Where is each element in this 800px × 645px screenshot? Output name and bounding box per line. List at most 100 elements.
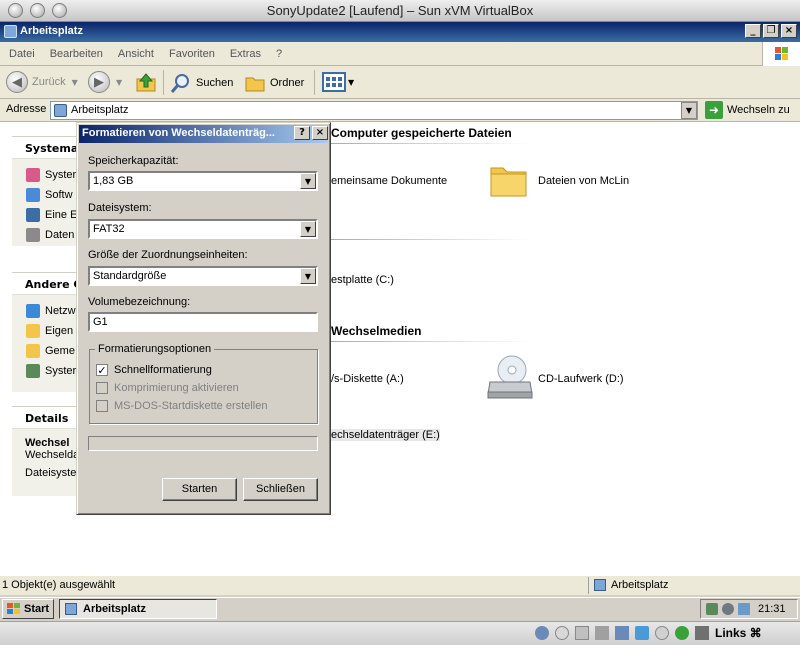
address-label: Adresse bbox=[6, 103, 47, 115]
back-dropdown-icon[interactable]: ▼ bbox=[72, 78, 78, 87]
task-label: Softw bbox=[45, 189, 73, 201]
menu-bearbeiten[interactable]: Bearbeiten bbox=[50, 48, 103, 60]
section-divider bbox=[331, 239, 531, 240]
start-format-button[interactable]: Starten bbox=[162, 478, 237, 501]
back-button[interactable]: ◀ Zurück ▼ bbox=[6, 71, 78, 93]
checkmark-icon: ✓ bbox=[96, 364, 108, 377]
tray-settings-icon[interactable] bbox=[722, 603, 734, 615]
computer-icon bbox=[65, 603, 77, 615]
shared-folders-icon[interactable] bbox=[635, 626, 649, 640]
control-panel-icon bbox=[26, 364, 40, 378]
compression-checkbox[interactable]: Komprimierung aktivieren bbox=[96, 382, 239, 394]
go-button[interactable]: ➜ Wechseln zu bbox=[705, 101, 790, 119]
drive-icon bbox=[26, 228, 40, 242]
volume-label-input[interactable]: G1 bbox=[88, 312, 318, 332]
back-arrow-icon: ◀ bbox=[6, 71, 28, 93]
restore-button[interactable]: ❐ bbox=[763, 24, 779, 38]
cd-drive-icon[interactable] bbox=[486, 354, 534, 400]
format-options-title: Formatierungsoptionen bbox=[95, 343, 215, 355]
my-documents-icon bbox=[26, 324, 40, 338]
toolbar: ◀ Zurück ▼ ▶ ▼ Suchen Ordner ▼ bbox=[0, 66, 800, 99]
start-button[interactable]: Start bbox=[2, 599, 54, 619]
taskbar-item-arbeitsplatz[interactable]: Arbeitsplatz bbox=[59, 599, 217, 619]
section-divider bbox=[331, 143, 531, 144]
views-dropdown-icon: ▼ bbox=[348, 77, 355, 87]
menu-extras[interactable]: Extras bbox=[230, 48, 261, 60]
network-icon bbox=[26, 304, 40, 318]
forward-dropdown-icon[interactable]: ▼ bbox=[116, 78, 122, 87]
usb-icon[interactable] bbox=[615, 626, 629, 640]
address-value: Arbeitsplatz bbox=[71, 104, 129, 116]
tray-vbox-icon[interactable] bbox=[738, 603, 750, 615]
place-label: Eigen bbox=[45, 325, 74, 337]
up-folder-icon[interactable] bbox=[135, 72, 157, 94]
dialog-close-button[interactable]: × bbox=[312, 126, 328, 140]
start-label: Start bbox=[24, 603, 50, 615]
vm-window-titlebar: SonyUpdate2 [Laufend] – Sun xVM VirtualB… bbox=[0, 0, 800, 22]
place-label: Geme bbox=[45, 345, 75, 357]
capacity-select[interactable]: 1,83 GB ▼ bbox=[88, 171, 318, 191]
menu-datei[interactable]: Datei bbox=[9, 48, 35, 60]
close-dialog-button[interactable]: Schließen bbox=[243, 478, 318, 501]
task-label: Syster bbox=[45, 169, 77, 181]
close-button[interactable]: × bbox=[781, 24, 797, 38]
folders-button[interactable]: Ordner bbox=[244, 72, 304, 94]
alloc-unit-value: Standardgröße bbox=[93, 270, 167, 282]
vm-window-title: SonyUpdate2 [Laufend] – Sun xVM VirtualB… bbox=[266, 3, 534, 18]
format-dialog-titlebar[interactable]: Formatieren von Wechseldatenträg... ? × bbox=[79, 125, 328, 143]
section-removable: Wechselmedien bbox=[331, 324, 422, 338]
removable-drive-label[interactable]: echseldatenträger (E:) bbox=[331, 429, 440, 441]
tray-network-icon[interactable] bbox=[706, 603, 718, 615]
help-button[interactable]: ? bbox=[294, 126, 310, 140]
floppy-icon[interactable] bbox=[575, 626, 589, 640]
alloc-unit-select[interactable]: Standardgröße ▼ bbox=[88, 266, 318, 286]
minimize-button[interactable]: _ bbox=[745, 24, 761, 38]
mouse-integration-icon[interactable] bbox=[655, 626, 669, 640]
cd-icon[interactable] bbox=[555, 626, 569, 640]
chevron-down-icon: ▼ bbox=[300, 173, 316, 189]
cd-drive-label[interactable]: CD-Laufwerk (D:) bbox=[538, 373, 624, 385]
vrdp-icon[interactable] bbox=[675, 626, 689, 640]
views-button[interactable]: ▼ bbox=[322, 72, 354, 92]
host-key-label: Links ⌘ bbox=[715, 626, 762, 640]
search-button[interactable]: Suchen bbox=[170, 72, 233, 94]
download-icon[interactable] bbox=[695, 626, 709, 640]
task-label: Eine E bbox=[45, 209, 78, 221]
hard-disk-label[interactable]: estplatte (C:) bbox=[331, 274, 394, 286]
floppy-label[interactable]: /s-Diskette (A:) bbox=[331, 373, 404, 385]
windows-logo-icon bbox=[7, 603, 20, 614]
filesystem-select[interactable]: FAT32 ▼ bbox=[88, 219, 318, 239]
status-divider bbox=[588, 577, 589, 594]
views-grid-icon bbox=[322, 72, 346, 92]
mclin-files-label[interactable]: Dateien von McLin bbox=[538, 175, 629, 187]
checkbox-empty-icon bbox=[96, 400, 108, 412]
menu-favoriten[interactable]: Favoriten bbox=[169, 48, 215, 60]
address-dropdown-icon[interactable]: ▼ bbox=[681, 102, 697, 119]
capacity-value: 1,83 GB bbox=[93, 175, 134, 187]
toolbar-separator bbox=[314, 70, 315, 95]
menu-bar: Datei Bearbeiten Ansicht Favoriten Extra… bbox=[0, 42, 800, 66]
shared-documents-label[interactable]: emeinsame Dokumente bbox=[331, 175, 447, 187]
folder-icon[interactable] bbox=[488, 160, 530, 200]
section-divider bbox=[331, 341, 531, 342]
forward-button[interactable]: ▶ ▼ bbox=[88, 71, 122, 93]
chevron-down-icon: ▼ bbox=[300, 268, 316, 284]
computer-icon bbox=[54, 104, 67, 117]
menu-ansicht[interactable]: Ansicht bbox=[118, 48, 154, 60]
hdd-icon[interactable] bbox=[535, 626, 549, 640]
quick-format-checkbox[interactable]: ✓ Schnellformatierung bbox=[96, 364, 212, 377]
msdos-startup-checkbox[interactable]: MS-DOS-Startdiskette erstellen bbox=[96, 400, 267, 412]
computer-icon bbox=[594, 579, 606, 591]
folder-icon bbox=[245, 77, 265, 92]
search-label: Suchen bbox=[196, 77, 234, 89]
system-info-icon bbox=[26, 168, 40, 182]
address-bar: Adresse Arbeitsplatz ▼ ➜ Wechseln zu bbox=[0, 99, 800, 122]
menu-help[interactable]: ? bbox=[276, 48, 282, 60]
explorer-titlebar: Arbeitsplatz _ ❐ × bbox=[0, 22, 800, 42]
toolbar-separator bbox=[163, 70, 164, 95]
computer-icon bbox=[4, 25, 17, 38]
address-input[interactable]: Arbeitsplatz ▼ bbox=[50, 101, 698, 120]
network-adapter-icon[interactable] bbox=[595, 626, 609, 640]
msdos-startup-label: MS-DOS-Startdiskette erstellen bbox=[114, 400, 268, 412]
go-arrow-icon: ➜ bbox=[705, 101, 723, 119]
